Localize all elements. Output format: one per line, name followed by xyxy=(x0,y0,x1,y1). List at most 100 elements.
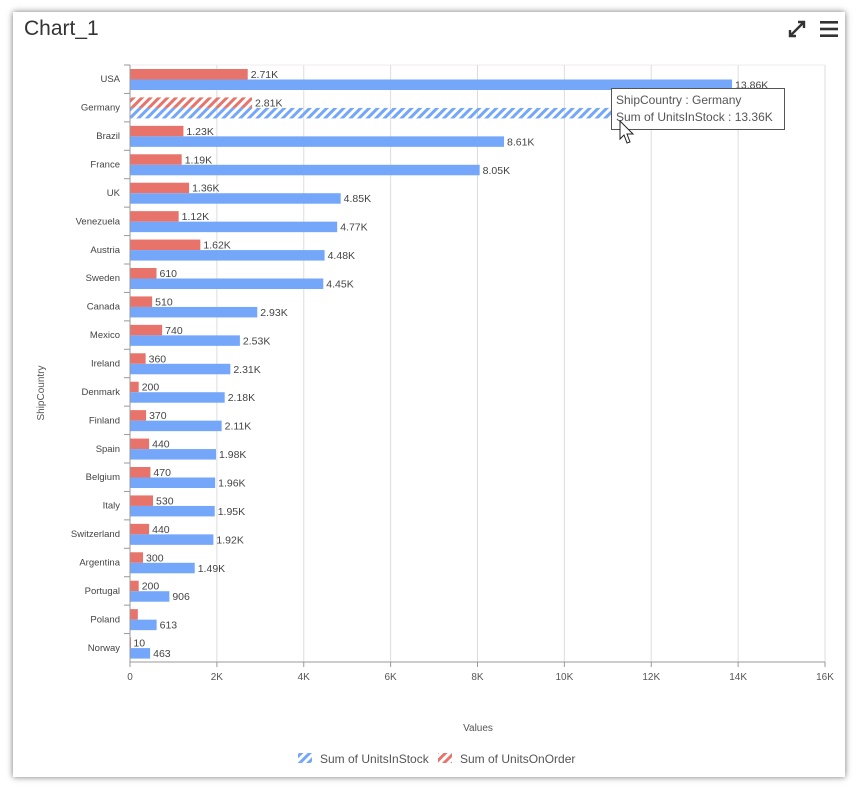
bar-units-on-order xyxy=(130,381,139,393)
y-tick-label: UK xyxy=(107,188,121,199)
data-label: 200 xyxy=(142,382,160,394)
data-label: 1.49K xyxy=(198,563,225,575)
y-tick-label: Germany xyxy=(81,103,120,114)
bar-units-on-order xyxy=(130,324,163,336)
x-tick-label: 12K xyxy=(642,672,660,683)
x-tick-label: 2K xyxy=(211,672,224,683)
y-axis-title: ShipCountry xyxy=(36,365,47,420)
bar-units-on-order xyxy=(130,495,154,506)
bar-units-on-order xyxy=(130,410,147,421)
x-tick-label: 4K xyxy=(298,672,311,683)
legend: Sum of UnitsInStock Sum of UnitsOnOrder xyxy=(298,752,575,766)
data-label: 2.93K xyxy=(260,307,287,319)
bar-units-on-order xyxy=(130,268,157,279)
data-label: 300 xyxy=(146,552,164,564)
data-label: 463 xyxy=(153,648,171,660)
bar-units-in-stock xyxy=(130,648,151,659)
bar-units-on-order xyxy=(130,523,150,535)
x-tick-label: 6K xyxy=(385,672,398,683)
bar-units-on-order xyxy=(130,609,138,620)
bar-units-on-order xyxy=(130,353,146,364)
legend-item-units-on-order[interactable]: Sum of UnitsOnOrder xyxy=(438,752,575,766)
data-label: 8.05K xyxy=(483,165,510,177)
bar-units-in-stock xyxy=(130,505,215,517)
data-label: 613 xyxy=(160,620,178,632)
data-label: 2.18K xyxy=(228,392,255,404)
y-tick-label: Austria xyxy=(90,245,120,256)
bar-units-in-stock xyxy=(130,534,214,545)
data-label: 470 xyxy=(153,467,171,479)
legend-label: Sum of UnitsOnOrder xyxy=(460,752,575,766)
data-label: 4.77K xyxy=(340,222,367,234)
data-label: 1.98K xyxy=(219,449,246,461)
legend-item-units-in-stock[interactable]: Sum of UnitsInStock xyxy=(298,752,430,766)
bar-units-in-stock xyxy=(130,591,170,602)
bar-units-in-stock xyxy=(130,335,240,346)
bar-units-in-stock xyxy=(130,306,258,318)
bar-units-in-stock xyxy=(130,221,338,233)
data-label: 530 xyxy=(156,495,174,507)
bar-units-on-order xyxy=(130,69,248,80)
bar-units-on-order xyxy=(130,211,179,222)
data-label: 2.31K xyxy=(233,364,260,376)
data-label: 370 xyxy=(149,410,167,422)
data-label: 360 xyxy=(149,353,167,365)
x-tick-label: 16K xyxy=(816,672,834,683)
bar-units-on-order xyxy=(130,552,144,563)
data-label: 2.11K xyxy=(225,421,252,433)
bar-units-in-stock xyxy=(130,619,157,631)
bar-units-on-order xyxy=(130,239,201,251)
data-label: 10 xyxy=(133,638,145,650)
y-tick-label: Mexico xyxy=(90,330,120,341)
bar-units-in-stock xyxy=(130,562,195,574)
y-tick-label: Sweden xyxy=(86,273,120,284)
data-label: 1.19K xyxy=(185,154,212,166)
y-tick-label: USA xyxy=(100,74,120,85)
data-label: 1.96K xyxy=(218,478,245,490)
y-tick-label: Canada xyxy=(87,302,121,313)
bar-units-in-stock xyxy=(130,136,504,147)
y-tick-label: France xyxy=(90,160,120,171)
bar-units-on-order xyxy=(130,438,150,450)
data-label: 2.71K xyxy=(251,69,278,81)
data-label: 440 xyxy=(152,439,170,451)
bar-units-in-stock xyxy=(130,278,324,289)
y-tick-label: Brazil xyxy=(96,131,120,142)
tooltip-line: Sum of UnitsInStock : 13.36K xyxy=(616,110,773,124)
bar-units-in-stock xyxy=(130,363,231,375)
y-tick-label: Argentina xyxy=(79,558,120,569)
data-label: 610 xyxy=(159,268,177,280)
y-tick-label: Spain xyxy=(96,444,120,455)
bar-units-in-stock xyxy=(130,193,341,204)
data-label: 2.81K xyxy=(255,97,282,109)
data-label: 1.36K xyxy=(192,183,219,195)
bar-units-in-stock xyxy=(130,250,325,261)
data-label: 440 xyxy=(152,524,170,536)
data-label: 1.92K xyxy=(216,534,243,546)
bar-units-in-stock xyxy=(130,164,480,176)
bar-units-on-order xyxy=(130,580,139,592)
x-tick-label: 8K xyxy=(471,672,484,683)
bar-units-on-order xyxy=(130,182,190,194)
bar-units-in-stock xyxy=(130,392,225,403)
data-label: 4.45K xyxy=(326,279,353,291)
data-label: 8.61K xyxy=(507,136,534,148)
y-tick-label: Venezuela xyxy=(76,216,121,227)
legend-label: Sum of UnitsInStock xyxy=(320,752,430,766)
bar-units-in-stock xyxy=(130,420,222,432)
bar-units-in-stock xyxy=(130,449,217,460)
x-axis-title: Values xyxy=(463,723,493,734)
legend-swatch-blue xyxy=(298,753,312,763)
y-tick-label: Portugal xyxy=(85,586,120,597)
y-tick-label: Norway xyxy=(88,643,120,654)
y-tick-label: Switzerland xyxy=(71,529,120,540)
y-tick-label: Denmark xyxy=(81,387,120,398)
data-label: 740 xyxy=(165,325,183,337)
x-tick-label: 10K xyxy=(555,672,573,683)
data-label: 4.48K xyxy=(328,250,355,262)
y-tick-label: Ireland xyxy=(91,359,120,370)
x-tick-label: 14K xyxy=(729,672,747,683)
mouse-cursor-icon xyxy=(619,120,635,144)
data-label: 4.85K xyxy=(344,193,371,205)
tooltip-line: ShipCountry : Germany xyxy=(616,93,742,107)
